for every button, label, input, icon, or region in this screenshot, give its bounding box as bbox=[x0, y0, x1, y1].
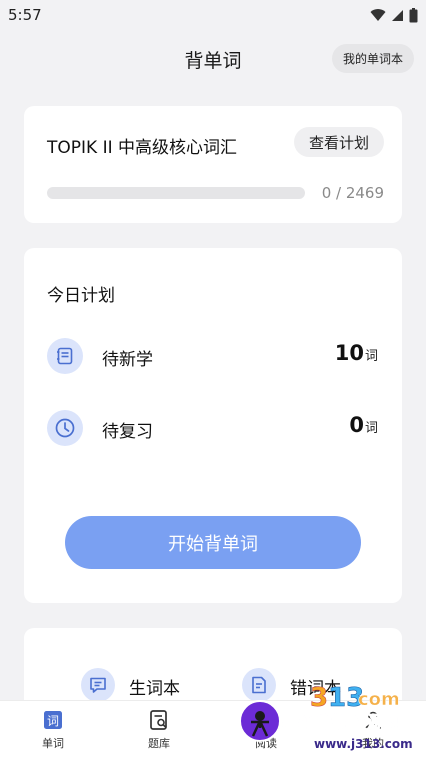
nav-label-words: 单词 bbox=[42, 737, 64, 750]
review-words-unit: 词 bbox=[364, 421, 378, 436]
plan-title: 今日计划 bbox=[47, 286, 115, 306]
progress-bar bbox=[47, 187, 305, 199]
svg-text:词: 词 bbox=[47, 714, 59, 728]
status-icons bbox=[370, 7, 418, 23]
nav-label-reading: 阅读 bbox=[255, 737, 277, 750]
view-plan-button[interactable]: 查看计划 bbox=[294, 127, 384, 157]
nav-label-me: 我的 bbox=[362, 737, 384, 750]
new-words-count: 10 词 bbox=[335, 341, 378, 365]
new-words-unit: 词 bbox=[364, 349, 378, 364]
nav-item-words[interactable]: 词 单词 bbox=[23, 707, 83, 751]
book-icon bbox=[236, 707, 296, 733]
new-words-label: 待新学 bbox=[102, 350, 153, 370]
book-card: TOPIK II 中高级核心词汇 查看计划 0 / 2469 bbox=[24, 106, 402, 223]
nav-item-me[interactable]: 我的 bbox=[343, 707, 403, 751]
question-bank-icon bbox=[129, 707, 189, 733]
status-bar: 5:57 bbox=[0, 0, 426, 30]
signal-icon bbox=[392, 9, 403, 21]
battery-icon bbox=[409, 7, 418, 22]
review-words-count: 0 词 bbox=[349, 413, 378, 437]
status-time: 5:57 bbox=[8, 6, 42, 24]
new-words-number: 10 bbox=[334, 341, 364, 365]
header: 背单词 我的单词本 bbox=[0, 40, 426, 78]
clock-icon bbox=[47, 410, 83, 446]
plan-row-new: 待新学 10 词 bbox=[47, 338, 378, 374]
nav-label-question-bank: 题库 bbox=[148, 737, 170, 750]
bottom-nav: 词 单词 题库 阅读 我的 bbox=[0, 700, 426, 759]
review-words-number: 0 bbox=[349, 413, 364, 437]
wrong-words-book-label: 错词本 bbox=[290, 679, 341, 699]
chat-note-icon bbox=[81, 668, 115, 702]
word-icon: 词 bbox=[23, 707, 83, 733]
new-words-book-label: 生词本 bbox=[129, 679, 180, 699]
wifi-icon bbox=[370, 8, 386, 21]
nav-item-question-bank[interactable]: 题库 bbox=[129, 707, 189, 751]
plan-row-review: 待复习 0 词 bbox=[47, 410, 378, 446]
plan-card: 今日计划 待新学 10 词 待复习 0 词 开始背单词 bbox=[24, 248, 402, 603]
profile-icon bbox=[343, 707, 403, 733]
start-memorizing-button[interactable]: 开始背单词 bbox=[65, 516, 361, 569]
book-title: TOPIK II 中高级核心词汇 bbox=[47, 138, 238, 158]
my-wordbook-button[interactable]: 我的单词本 bbox=[332, 44, 414, 73]
document-error-icon bbox=[242, 668, 276, 702]
notebook-icon bbox=[47, 338, 83, 374]
nav-item-reading[interactable]: 阅读 bbox=[236, 707, 296, 751]
review-words-label: 待复习 bbox=[102, 422, 153, 442]
progress-text: 0 / 2469 bbox=[321, 184, 384, 202]
